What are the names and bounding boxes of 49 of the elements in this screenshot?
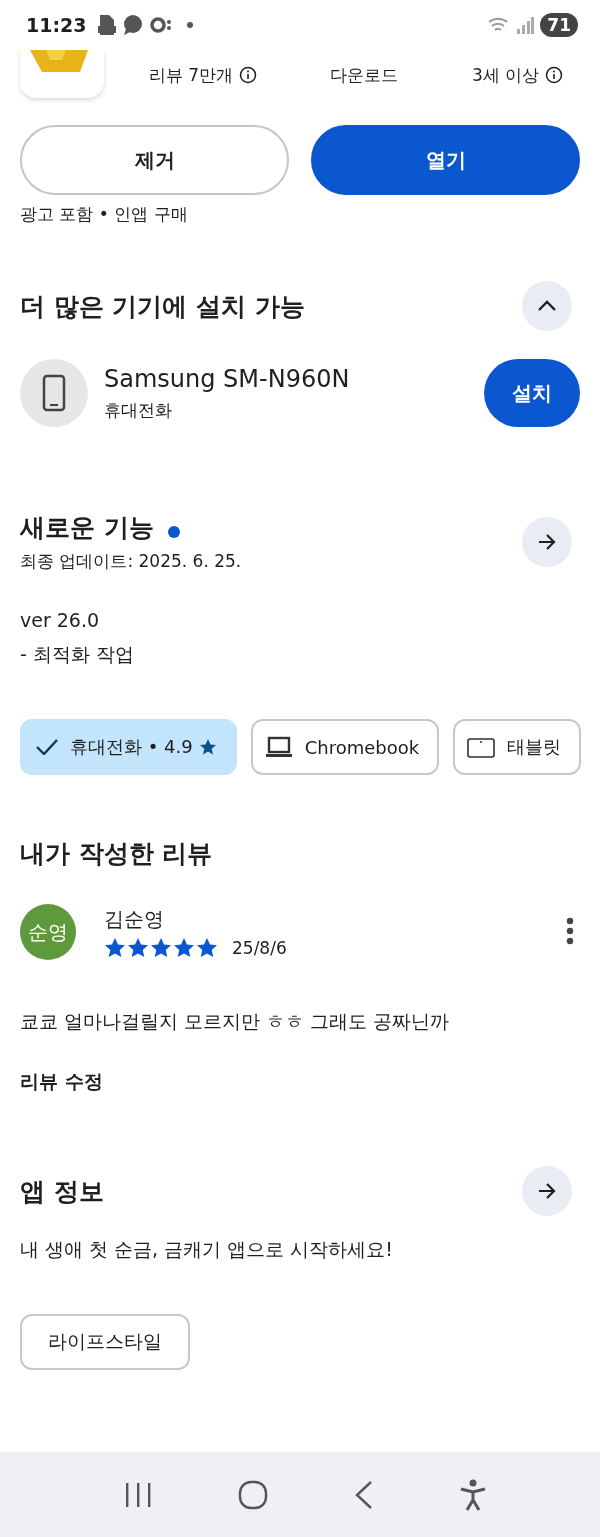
category-chip[interactable]: 라이프스타일 [20,1314,190,1370]
star-icon [198,738,217,756]
device-filter-chip[interactable]: Chromebook [250,719,440,775]
stat-label: 리뷰 7만개 [148,63,233,87]
user-avatar: 순영 [20,904,76,960]
device-filter-chip[interactable]: 휴대전화 • 4.9 [20,719,237,775]
app-description: 내 생애 첫 순금, 금캐기 앱으로 시작하세요! [19,1237,394,1262]
open-button[interactable]: 열기 [311,125,580,195]
reviewer-name: 김순영 [104,905,165,933]
release-note: ver 26.0 [19,608,101,633]
stat-label: 다운로드 [330,63,399,87]
battery-level: 71 [540,13,578,37]
dot-icon [186,21,195,29]
star-icon [150,936,172,959]
star-icon [104,936,126,959]
review-text: 쿄쿄 얼마나걸릴지 모르지만 ㅎㅎ 그래도 공짜닌까 [19,1009,451,1034]
phone-icon [42,374,66,412]
more-button[interactable] [522,1166,572,1216]
section-title: 새로운 기능 [20,513,154,542]
device-name: Samsung SM-N960N [104,364,350,393]
circle-dots-icon [150,14,173,36]
review-date: 25/8/6 [232,937,287,958]
install-button[interactable]: 설치 [484,359,580,427]
edit-review-link[interactable]: 리뷰 수정 [0,1064,123,1098]
chat-bubble-icon [122,14,145,36]
notice-text: 광고 포함 • 인앱 구매 [19,203,189,226]
update-date: 최종 업데이트: 2025. 6. 25. [20,550,242,573]
more-button[interactable] [522,517,572,567]
stat-label: 3세 이상 [472,63,540,87]
release-note: - 최적화 작업 [19,642,135,667]
section-title: 앱 정보 [20,1175,104,1208]
star-icon [127,936,149,959]
back-icon[interactable] [353,1479,374,1510]
chevron-up-icon [537,300,557,312]
clock: 11:23 [26,14,87,36]
accessibility-icon[interactable] [459,1478,488,1511]
tablet-icon [467,736,496,758]
laptop-icon [264,736,293,758]
signal-icon [516,16,535,34]
section-title: 더 많은 기기에 설치 가능 [20,290,305,323]
star-icon [196,936,218,959]
uninstall-button[interactable]: 제거 [20,125,289,195]
device-filter-chip[interactable]: 태블릿 [453,719,582,775]
check-icon [36,739,58,755]
star-icon [173,936,195,959]
home-icon[interactable] [238,1479,269,1510]
more-vert-icon [566,916,574,945]
device-type: 휴대전화 [104,398,173,422]
section-title: 내가 작성한 리뷰 [20,838,213,870]
